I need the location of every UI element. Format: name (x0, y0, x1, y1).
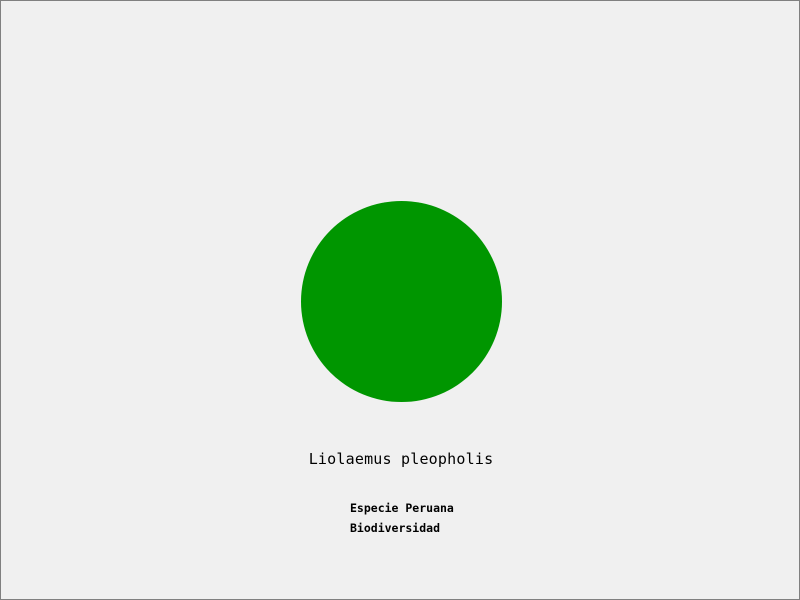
canvas-frame: Liolaemus pleopholis Especie Peruana Bio… (0, 0, 800, 600)
green-circle (301, 201, 502, 402)
caption-origin: Especie Peruana (350, 501, 454, 515)
species-name: Liolaemus pleopholis (308, 450, 494, 468)
caption-category: Biodiversidad (350, 521, 441, 535)
